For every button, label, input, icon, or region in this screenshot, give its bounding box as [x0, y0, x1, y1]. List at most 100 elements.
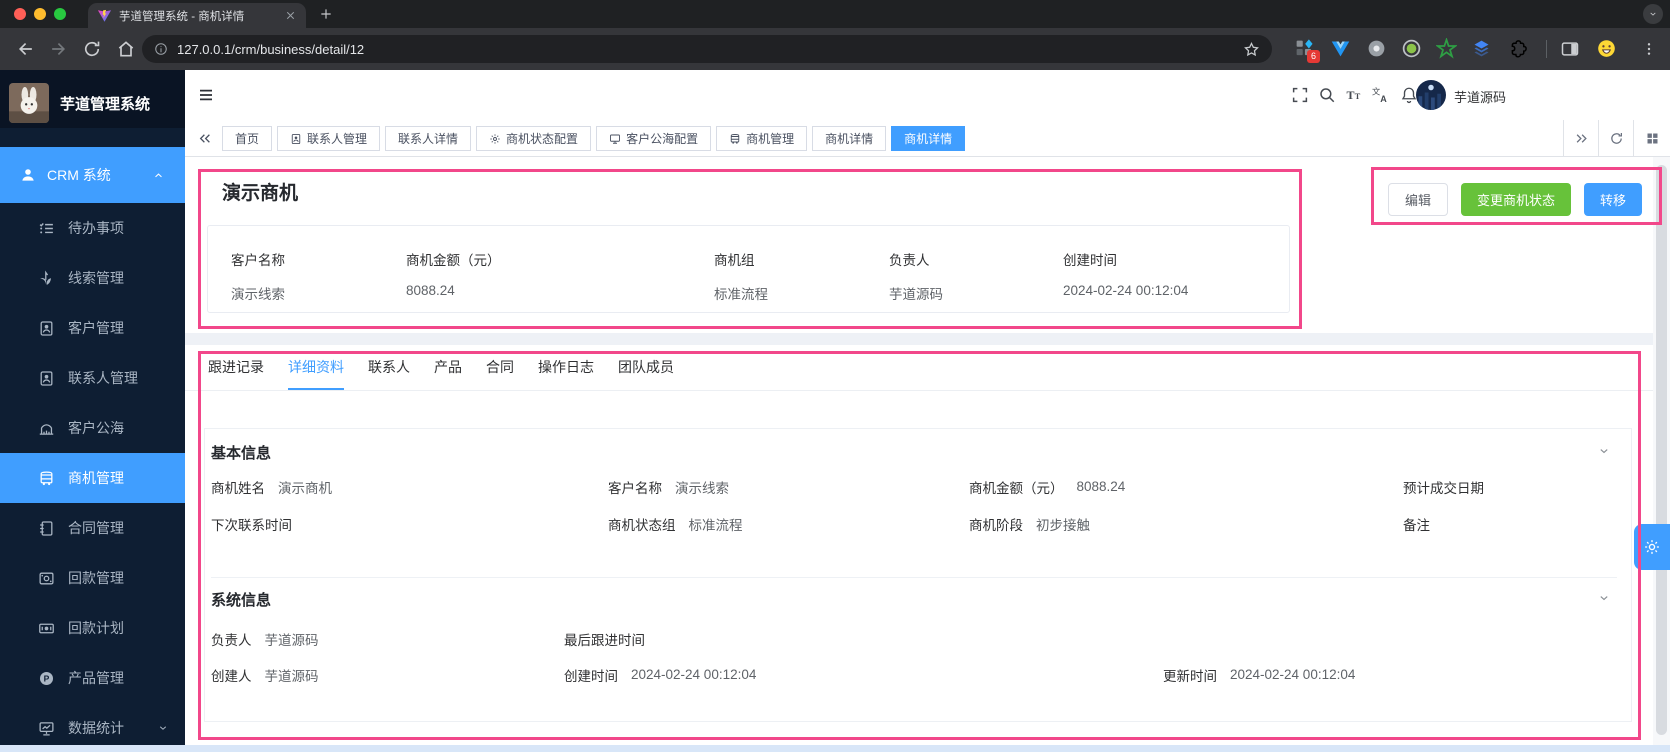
app-title: 芋道管理系统	[60, 95, 151, 113]
extensions-puzzle-icon[interactable]	[1508, 38, 1529, 59]
extension-grid-icon[interactable]: 6	[1294, 38, 1320, 63]
browser-tab-strip: 芋道管理系统 - 商机详情	[0, 0, 1670, 28]
home-icon[interactable]	[116, 39, 136, 59]
sidebar-item[interactable]: 联系人管理	[0, 353, 185, 403]
sidebar-item[interactable]: 待办事项	[0, 203, 185, 253]
page-tab[interactable]: 商机详情	[812, 126, 887, 151]
tabs-scroll-left-icon[interactable]	[197, 131, 213, 146]
info-field	[1163, 629, 1613, 648]
sidebar-item[interactable]: 商机管理	[0, 453, 185, 503]
tab-close-icon[interactable]	[284, 9, 297, 22]
tabs-scroll-right[interactable]	[1563, 120, 1598, 156]
page-tabs: 首页 联系人管理 联系人详情 商机状态配置 客户公海配置 商机管理 商机详情 商…	[222, 126, 966, 151]
scrollbar-thumb[interactable]	[1656, 165, 1667, 735]
info-field: 负责人 芋道源码	[211, 632, 319, 648]
browser-tab[interactable]: 芋道管理系统 - 商机详情	[88, 3, 306, 28]
gear-icon	[1643, 538, 1661, 556]
vue-devtools-icon[interactable]	[1330, 38, 1351, 59]
browser-menu-icon[interactable]	[1641, 39, 1657, 59]
page-tab[interactable]: 联系人管理	[277, 126, 381, 151]
url-text: 127.0.0.1/crm/business/detail/12	[177, 41, 365, 57]
window-close-button[interactable]	[14, 8, 26, 20]
site-info-icon[interactable]	[154, 42, 168, 56]
app-logo-row[interactable]: 芋道管理系统	[0, 70, 185, 128]
sidebar-item[interactable]: 客户公海	[0, 403, 185, 453]
theme-settings-button[interactable]	[1634, 524, 1670, 570]
user-avatar[interactable]	[1416, 80, 1446, 110]
stats-icon	[38, 720, 55, 737]
page-tab-bar: 首页 联系人管理 联系人详情 商机状态配置 客户公海配置 商机管理 商机详情 商…	[185, 120, 1670, 157]
collapse-basic-icon[interactable]	[1597, 444, 1611, 458]
contract-icon	[38, 520, 55, 537]
sidebar-item[interactable]: 合同管理	[0, 503, 185, 553]
bookmark-star-icon[interactable]	[1243, 41, 1260, 58]
search-icon[interactable]	[1318, 86, 1336, 104]
page-tab[interactable]: 商机状态配置	[476, 126, 592, 151]
gray-extension-icon[interactable]	[1366, 38, 1387, 59]
info-field: 商机状态组 标准流程	[608, 517, 743, 533]
green-dot-extension-icon[interactable]	[1401, 38, 1422, 59]
sidebar-item[interactable]: 回款管理	[0, 553, 185, 603]
forward-icon[interactable]	[48, 39, 68, 59]
window-zoom-button[interactable]	[54, 8, 66, 20]
info-field: 创建时间 2024-02-24 00:12:04	[564, 667, 757, 684]
contact-icon	[38, 370, 55, 387]
sidebar-item[interactable]: 线索管理	[0, 253, 185, 303]
menu-collapse-icon[interactable]	[196, 87, 216, 103]
scrollbar[interactable]	[1653, 157, 1670, 745]
fullscreen-icon[interactable]	[1291, 86, 1309, 104]
chevron-up-icon	[152, 169, 165, 182]
todo-icon	[38, 220, 55, 237]
transfer-button[interactable]: 转移	[1584, 183, 1643, 216]
seacfg-icon	[609, 133, 621, 145]
system-info-fields: 负责人 芋道源码 最后跟进时间 创建人 芋道源码 创建时间 2024-02-24…	[211, 629, 1613, 684]
sidebar-item[interactable]: 回款计划	[0, 603, 185, 653]
tab-search-icon[interactable]	[1643, 4, 1663, 24]
address-bar[interactable]: 127.0.0.1/crm/business/detail/12	[142, 35, 1272, 63]
page-tab[interactable]: 客户公海配置	[596, 126, 712, 151]
detail-tabs: 跟进记录 详细资料 联系人 产品 合同 操作日志 团队成员	[185, 345, 1670, 391]
page-tab[interactable]: 商机管理	[716, 126, 808, 151]
detail-tab[interactable]: 详细资料	[288, 345, 344, 390]
side-panel-icon[interactable]	[1560, 39, 1580, 59]
page-tab[interactable]: 联系人详情	[385, 126, 472, 151]
tab-refresh[interactable]	[1598, 120, 1633, 156]
username[interactable]: 芋道源码	[1454, 87, 1506, 106]
green-star-extension-icon[interactable]	[1436, 38, 1457, 59]
detail-tab[interactable]: 跟进记录	[208, 345, 264, 390]
detail-tab[interactable]: 产品	[434, 345, 462, 390]
detail-tab[interactable]: 联系人	[368, 345, 410, 390]
language-icon[interactable]: 文A	[1372, 86, 1390, 104]
layers-extension-icon[interactable]	[1471, 38, 1492, 59]
detail-tab[interactable]: 合同	[486, 345, 514, 390]
font-size-icon[interactable]: TT	[1345, 86, 1363, 104]
new-tab-button[interactable]	[319, 7, 333, 21]
bus-icon	[729, 133, 741, 145]
edit-button[interactable]: 编辑	[1388, 183, 1449, 216]
basic-info-title: 基本信息	[211, 445, 272, 462]
page-tab[interactable]: 首页	[222, 126, 273, 151]
window-minimize-button[interactable]	[34, 8, 46, 20]
basic-info-fields: 商机姓名 演示商机 客户名称 演示线索 商机金额（元） 8088.24 预计成交…	[211, 477, 1613, 533]
page-tab[interactable]: 商机详情	[891, 126, 966, 151]
sidebar-item[interactable]: 客户管理	[0, 303, 185, 353]
collapse-system-icon[interactable]	[1597, 591, 1611, 605]
business-header-card: 演示商机 编辑 变更商机状态 转移 客户名称 演示线索 商机金额（元） 8088…	[185, 157, 1670, 333]
window-controls	[14, 8, 66, 20]
back-icon[interactable]	[16, 39, 36, 59]
reload-icon[interactable]	[82, 39, 102, 59]
detail-tab[interactable]: 团队成员	[618, 345, 674, 390]
tab-layout[interactable]	[1633, 120, 1670, 156]
sidebar-group-crm[interactable]: CRM 系统	[0, 147, 185, 203]
refresh-icon	[1609, 131, 1624, 146]
vite-icon	[97, 8, 112, 23]
contact-icon	[290, 133, 302, 145]
system-info-title: 系统信息	[211, 592, 272, 609]
detail-tab[interactable]: 操作日志	[538, 345, 594, 390]
sidebar-item[interactable]: P 产品管理	[0, 653, 185, 703]
info-field: 预计成交日期	[1403, 480, 1484, 496]
status-icon	[489, 133, 501, 145]
chev-down-icon	[157, 722, 169, 734]
change-status-button[interactable]: 变更商机状态	[1461, 183, 1572, 216]
browser-profile-avatar[interactable]	[1596, 38, 1617, 59]
